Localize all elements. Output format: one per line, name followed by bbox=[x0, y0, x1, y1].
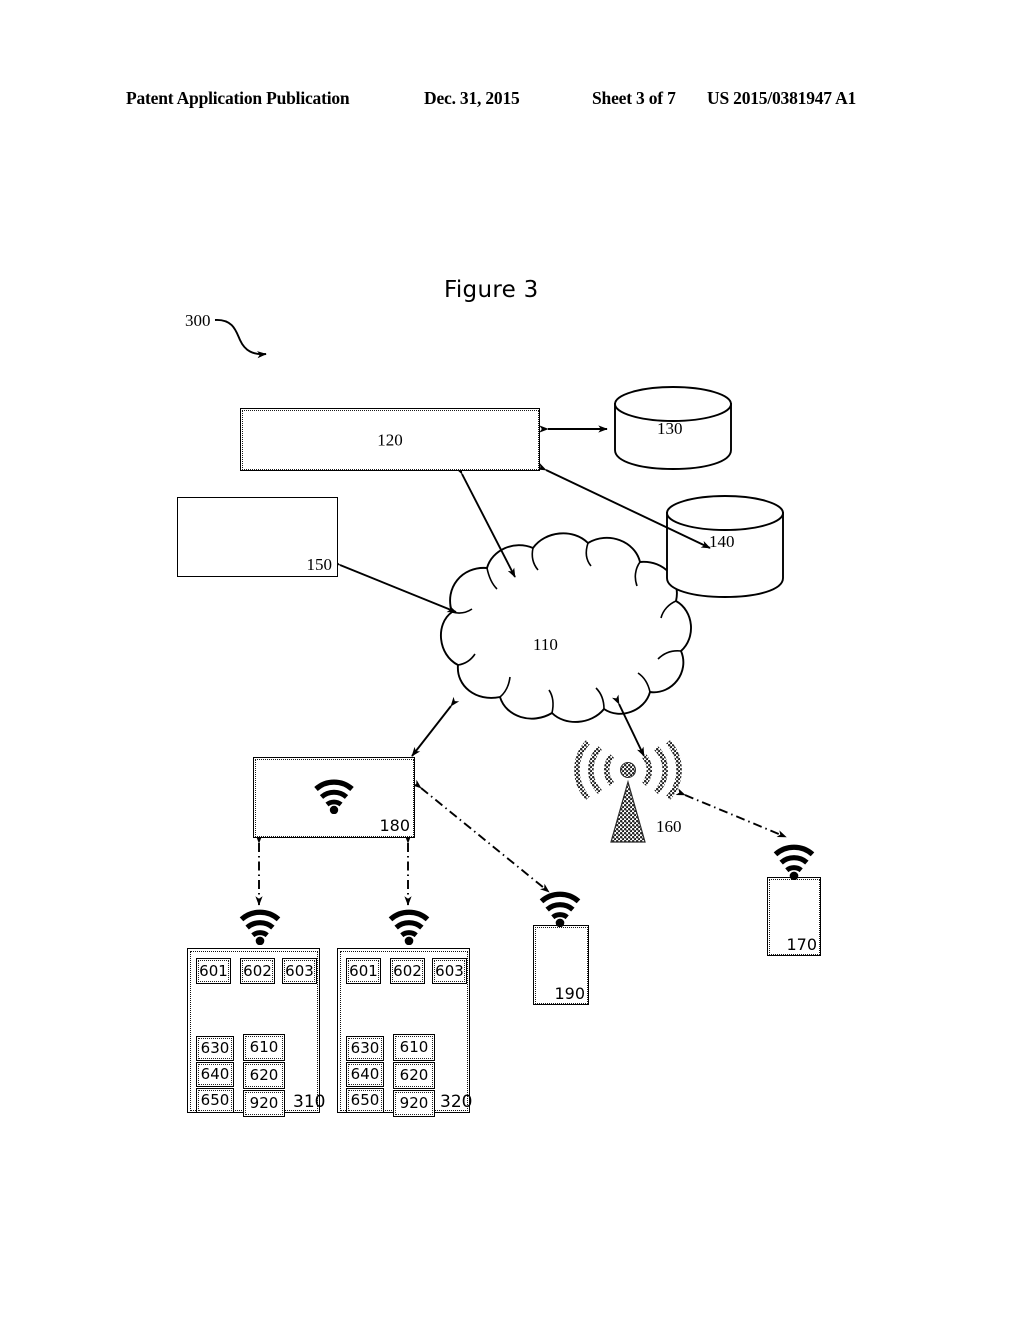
figure-reference-300: 300 bbox=[185, 311, 211, 330]
device-310-module-920[interactable]: 920 bbox=[243, 1090, 285, 1117]
device-320-module-610[interactable]: 610 bbox=[393, 1034, 435, 1061]
database-130-label: 130 bbox=[657, 419, 683, 438]
wifi-icon bbox=[539, 891, 581, 927]
wifi-icon bbox=[314, 779, 354, 814]
ref-300-leader-arrow bbox=[214, 319, 267, 359]
device-310-module-610[interactable]: 610 bbox=[243, 1034, 285, 1061]
device-320-module-620[interactable]: 620 bbox=[393, 1062, 435, 1089]
device-320-module-650[interactable]: 650 bbox=[346, 1088, 384, 1113]
box-150-label: 150 bbox=[306, 555, 333, 574]
box-150[interactable]: 150 bbox=[177, 497, 338, 577]
device-310-module-603[interactable]: 603 bbox=[282, 958, 317, 984]
server-box-120[interactable]: 120 bbox=[240, 408, 540, 471]
header-sheet: Sheet 3 of 7 bbox=[592, 88, 676, 108]
device-320[interactable]: 601 602 603 630 640 650 610 620 920 bbox=[337, 948, 470, 1117]
figure-title: Figure 3 bbox=[444, 277, 539, 303]
wifi-icon bbox=[239, 909, 281, 945]
device-320-label: 320 bbox=[440, 1092, 473, 1112]
mobile-device-190-label: 190 bbox=[554, 984, 585, 1003]
device-310-module-650[interactable]: 650 bbox=[196, 1088, 234, 1113]
patent-figure-page: Patent Application Publication Dec. 31, … bbox=[0, 0, 1024, 1320]
connector-arrows bbox=[330, 425, 711, 757]
wifi-icon bbox=[388, 909, 430, 945]
device-310-label: 310 bbox=[293, 1092, 326, 1112]
cloud-110-shape bbox=[439, 532, 692, 723]
wireless-router-180[interactable]: 180 bbox=[253, 757, 415, 838]
device-320-module-601[interactable]: 601 bbox=[346, 958, 381, 984]
device-310-module-620[interactable]: 620 bbox=[243, 1062, 285, 1089]
device-310-module-640[interactable]: 640 bbox=[196, 1062, 234, 1087]
wifi-icon bbox=[773, 844, 815, 880]
mobile-device-170[interactable]: 170 bbox=[767, 877, 821, 956]
arrow-120-cloud bbox=[454, 464, 516, 578]
mobile-device-170-label: 170 bbox=[786, 935, 817, 954]
header-patent-number: US 2015/0381947 A1 bbox=[707, 88, 857, 108]
arrow-cloud-180 bbox=[411, 696, 460, 757]
cell-tower-160-label: 160 bbox=[656, 817, 682, 836]
device-320-module-602[interactable]: 602 bbox=[390, 958, 425, 984]
arrow-cloud-160 bbox=[611, 694, 645, 757]
arrow-150-cloud bbox=[330, 558, 457, 613]
page-header: Patent Application Publication Dec. 31, … bbox=[0, 88, 1024, 114]
device-320-module-920[interactable]: 920 bbox=[393, 1090, 435, 1117]
mobile-device-190[interactable]: 190 bbox=[533, 925, 589, 1005]
server-box-120-label: 120 bbox=[377, 430, 403, 449]
link-160-170 bbox=[675, 788, 787, 838]
device-310-module-602[interactable]: 602 bbox=[240, 958, 275, 984]
device-310[interactable]: 601 602 603 630 640 650 610 620 920 bbox=[187, 948, 320, 1117]
device-320-module-630[interactable]: 630 bbox=[346, 1036, 384, 1061]
figure-vector-layer bbox=[214, 319, 787, 906]
device-310-module-601[interactable]: 601 bbox=[196, 958, 231, 984]
device-320-module-603[interactable]: 603 bbox=[432, 958, 467, 984]
header-publication: Patent Application Publication bbox=[126, 88, 350, 108]
arrow-120-140 bbox=[536, 463, 711, 549]
cloud-110-label: 110 bbox=[533, 635, 558, 654]
link-180-190 bbox=[411, 779, 550, 893]
database-140-label: 140 bbox=[709, 532, 735, 551]
header-date: Dec. 31, 2015 bbox=[424, 88, 520, 108]
device-310-module-630[interactable]: 630 bbox=[196, 1036, 234, 1061]
wireless-router-180-label: 180 bbox=[379, 816, 410, 835]
device-320-module-640[interactable]: 640 bbox=[346, 1062, 384, 1087]
